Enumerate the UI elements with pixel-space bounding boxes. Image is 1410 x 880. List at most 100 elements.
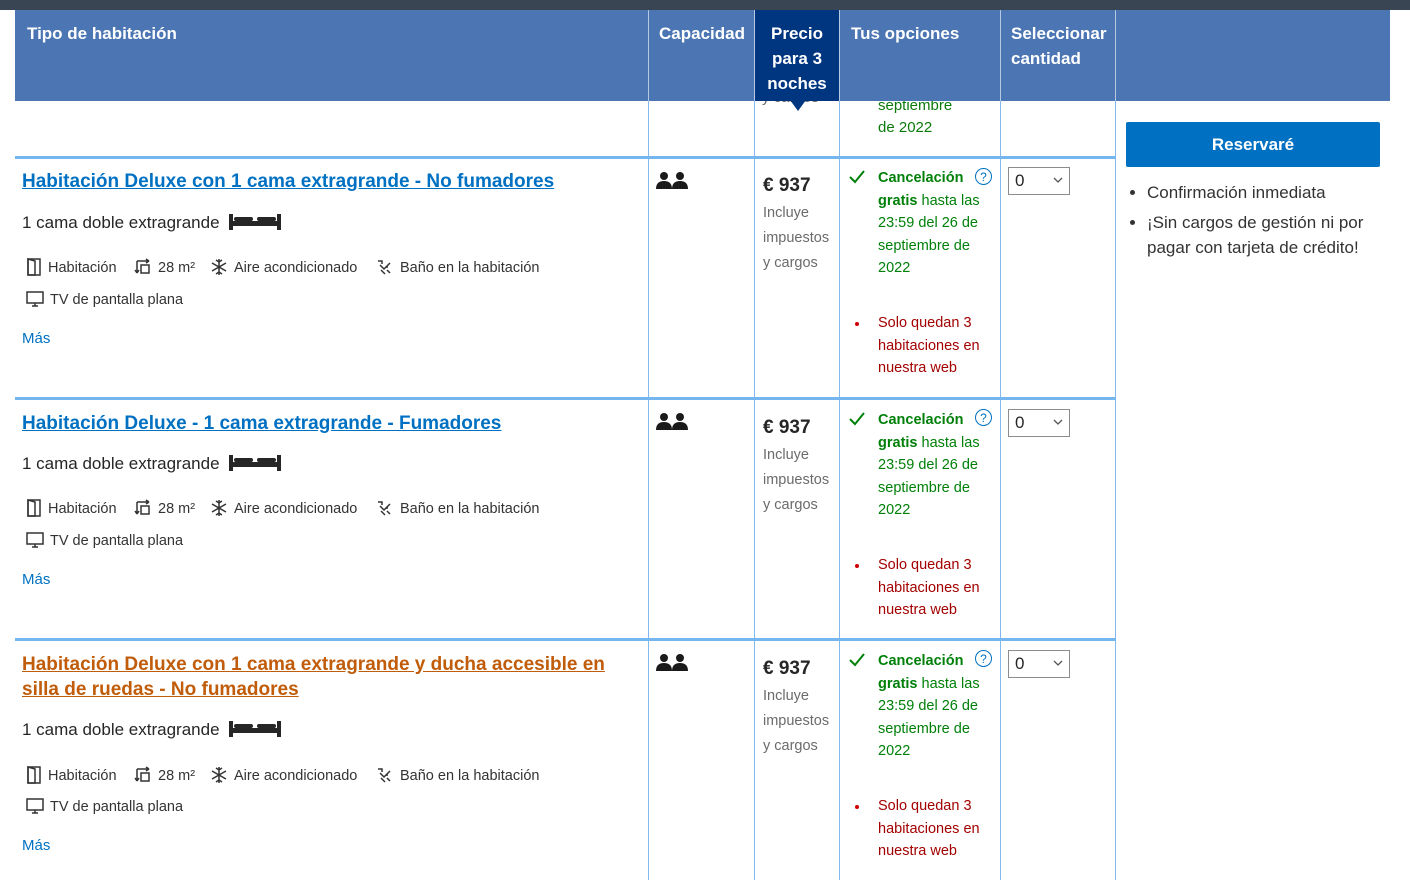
area-icon: [134, 258, 150, 274]
scarcity-bullet: [855, 564, 859, 568]
facility-label: TV de pantalla plana: [50, 799, 184, 815]
room-title-link[interactable]: Habitación Deluxe con 1 cama extragrande…: [22, 169, 622, 194]
qty-value: 0: [1015, 654, 1025, 673]
bath-icon: [378, 501, 391, 516]
room-quantity-select[interactable]: 0: [1008, 167, 1070, 195]
facility-label: Baño en la habitación: [400, 501, 540, 517]
room-title-link[interactable]: Habitación Deluxe - 1 cama extragrande -…: [22, 411, 622, 436]
bed-icon: [229, 214, 282, 230]
more-link[interactable]: Más: [22, 330, 50, 347]
room-quantity-select[interactable]: 0: [1008, 650, 1070, 678]
snowflake-icon: [211, 259, 227, 275]
column-divider: [1115, 101, 1116, 880]
area-icon: [134, 766, 150, 782]
bed-info: 1 cama doble extragrande: [22, 211, 282, 235]
facility-label: Habitación: [48, 501, 117, 517]
tv-icon: [26, 798, 44, 814]
check-icon: [849, 170, 865, 184]
reserve-button[interactable]: Reservaré: [1126, 122, 1380, 167]
qty-value: 0: [1015, 171, 1025, 190]
partial-cancel-line: de 2022: [878, 119, 933, 136]
bed-label: 1 cama doble extragrande: [22, 213, 220, 232]
door-icon: [27, 766, 41, 784]
facility-ac: Aire acondicionado: [210, 766, 357, 786]
benefits-list: Confirmación inmediata ¡Sin cargos de ge…: [1128, 180, 1388, 265]
facility-label: Habitación: [48, 768, 117, 784]
header-select-qty: Seleccionar cantidad: [1011, 24, 1107, 68]
facility-room: Habitación: [26, 766, 117, 786]
two-people-icon: [656, 413, 688, 430]
check-icon: [849, 412, 865, 426]
facility-tv: TV de pantalla plana: [26, 531, 183, 551]
header-separator: [648, 10, 649, 101]
facility-label: Aire acondicionado: [234, 768, 358, 784]
header-room-type: Tipo de habitación: [27, 24, 177, 43]
sort-arrow-icon: [790, 100, 806, 111]
column-divider: [839, 101, 840, 880]
facility-size: 28 m²: [134, 258, 195, 278]
tv-icon: [26, 291, 44, 307]
facility-label: 28 m²: [158, 768, 196, 784]
facility-room: Habitación: [26, 499, 117, 519]
room-price: € 937: [763, 175, 811, 196]
door-icon: [27, 258, 41, 276]
free-cancellation: Cancelación gratis hasta las 23:59 del 2…: [878, 650, 988, 763]
facility-label: Baño en la habitación: [400, 768, 540, 784]
question-icon[interactable]: ?: [975, 409, 992, 426]
header-separator: [1000, 10, 1001, 101]
facility-label: Aire acondicionado: [234, 501, 358, 517]
more-link[interactable]: Más: [22, 837, 50, 854]
scarcity-text: Solo quedan 3 habitaciones en nuestra we…: [878, 315, 980, 376]
facility-bath: Baño en la habitación: [376, 499, 539, 519]
bed-info: 1 cama doble extragrande: [22, 718, 282, 742]
facility-label: TV de pantalla plana: [50, 292, 184, 308]
facility-bath: Baño en la habitación: [376, 766, 539, 786]
row-divider: [15, 156, 1116, 159]
benefit-item: Confirmación inmediata: [1128, 180, 1388, 205]
room-quantity-select[interactable]: 0: [1008, 409, 1070, 437]
facility-ac: Aire acondicionado: [210, 499, 357, 519]
check-icon: [849, 653, 865, 667]
header-separator: [1115, 10, 1116, 101]
column-divider: [648, 101, 649, 880]
more-link[interactable]: Más: [22, 571, 50, 588]
header-price-label: Precio para 3 noches: [767, 24, 827, 93]
benefit-item: ¡Sin cargos de gestión ni por pagar con …: [1128, 210, 1388, 260]
header-options: Tus opciones: [851, 24, 960, 43]
bath-icon: [378, 260, 391, 275]
price-note: Incluye impuestos y cargos: [763, 447, 830, 513]
table-header: Tipo de habitación Capacidad Precio para…: [15, 10, 1390, 111]
facility-label: Aire acondicionado: [234, 260, 358, 276]
area-icon: [134, 499, 150, 515]
header-price: Precio para 3 noches: [755, 10, 839, 111]
header-separator: [839, 10, 840, 101]
question-icon[interactable]: ?: [975, 650, 992, 667]
snowflake-icon: [211, 767, 227, 783]
bath-icon: [378, 768, 391, 783]
header-capacity: Capacidad: [659, 24, 745, 43]
scarcity-text: Solo quedan 3 habitaciones en nuestra we…: [878, 557, 980, 618]
scarcity-text: Solo quedan 3 habitaciones en nuestra we…: [878, 798, 980, 859]
chevron-down-icon: [1053, 177, 1063, 183]
room-price: € 937: [763, 658, 811, 679]
browser-top-bar: [0, 0, 1410, 10]
scarcity-bullet: [855, 805, 859, 809]
two-people-icon: [656, 172, 688, 189]
row-divider: [15, 397, 1116, 400]
chevron-down-icon: [1053, 419, 1063, 425]
two-people-icon: [656, 654, 688, 671]
facility-size: 28 m²: [134, 766, 195, 786]
free-cancellation: Cancelación gratis hasta las 23:59 del 2…: [878, 409, 988, 522]
facility-tv: TV de pantalla plana: [26, 797, 183, 817]
row-divider: [15, 638, 1116, 641]
tv-icon: [26, 532, 44, 548]
facility-label: Baño en la habitación: [400, 260, 540, 276]
question-icon[interactable]: ?: [975, 168, 992, 185]
room-title-link[interactable]: Habitación Deluxe con 1 cama extragrande…: [22, 652, 622, 702]
price-note: Incluye impuestos y cargos: [763, 688, 830, 754]
bed-label: 1 cama doble extragrande: [22, 720, 220, 739]
scarcity-bullet: [855, 322, 859, 326]
facility-ac: Aire acondicionado: [210, 258, 357, 278]
facility-label: Habitación: [48, 260, 117, 276]
price-note: Incluye impuestos y cargos: [763, 205, 830, 271]
